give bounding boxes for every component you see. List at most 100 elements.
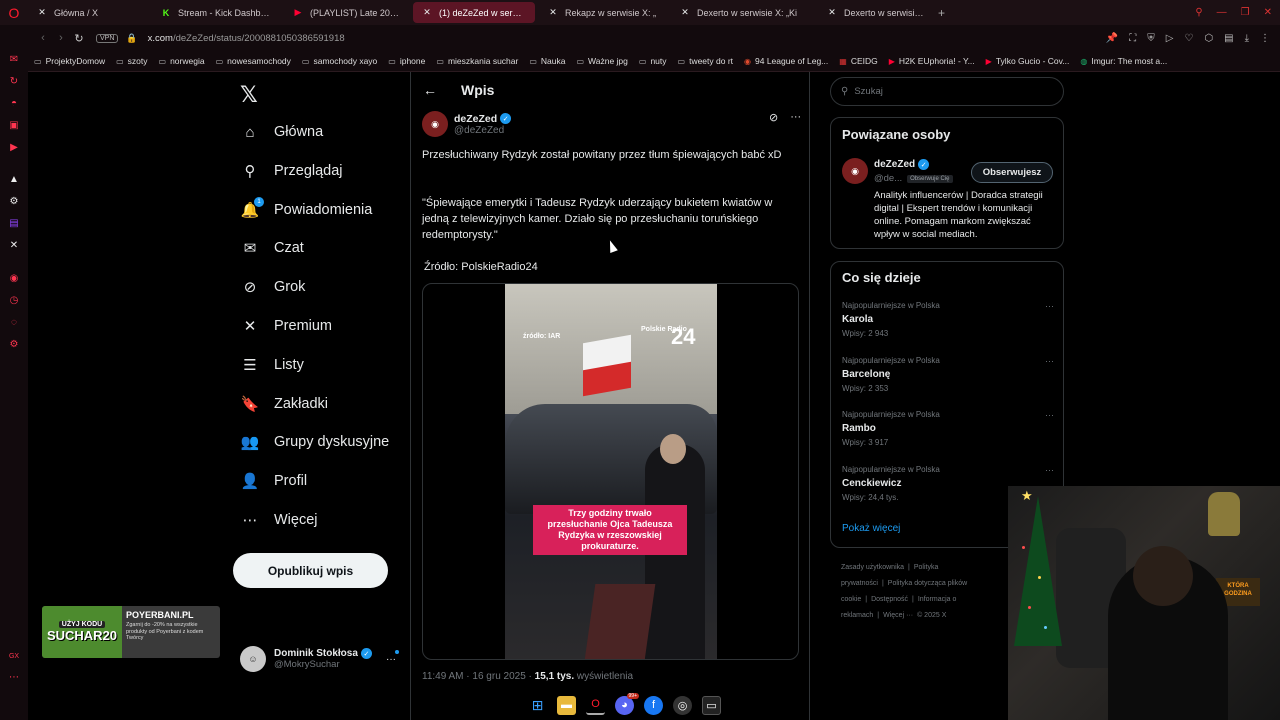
bookmark-item[interactable]: ▦ CEIDG <box>839 56 877 66</box>
bookmark-item[interactable]: ◉ 94 League of Leg... <box>744 56 828 66</box>
back-nav-icon[interactable]: ‹ <box>34 32 52 44</box>
reload-icon[interactable]: ↻ <box>70 32 88 45</box>
nav-item-czat[interactable]: ✉ Czat <box>240 233 304 263</box>
forward-nav-icon[interactable]: › <box>52 32 70 44</box>
browser-tab[interactable]: ✕ Główna / X <box>28 2 148 23</box>
nav-item-premium[interactable]: ✕ Premium <box>240 311 332 341</box>
opera-logo-icon[interactable]: O <box>0 0 28 25</box>
author-name[interactable]: deZeZed <box>454 113 497 125</box>
nav-item-więcej[interactable]: ⋯ Więcej <box>240 505 318 535</box>
bookmark-item[interactable]: ▶ H2K EUphoria! - Y... <box>889 56 975 66</box>
nav-item-powiadomienia[interactable]: 🔔 1 Powiadomienia <box>240 195 372 225</box>
download-icon[interactable]: ⤓ <box>1245 33 1249 44</box>
show-more-link[interactable]: Pokaż więcej <box>842 523 900 534</box>
play-icon[interactable]: ▷ <box>1166 33 1174 44</box>
minimize-button[interactable]: — <box>1217 7 1227 18</box>
gx-sidebar-icon[interactable]: GX <box>7 649 21 663</box>
browser-tab[interactable]: ✕ Dexerto w serwisie X: „Va <box>818 2 932 23</box>
clock-sidebar-icon[interactable]: ◷ <box>7 293 21 307</box>
bookmark-item[interactable]: ▭ Ważne jpg <box>576 56 627 66</box>
following-button[interactable]: Obserwujesz <box>971 162 1053 183</box>
bookmark-item[interactable]: ▭ szoty <box>116 56 147 66</box>
browser-tab[interactable]: ▶ (PLAYLIST) Late 2000's E <box>284 2 409 23</box>
trend-item[interactable]: Najpopularniejsze w Polska Rambo Wpisy: 3 … <box>842 410 1054 447</box>
new-tab-button[interactable]: + <box>932 6 951 20</box>
author-avatar[interactable]: ◉ <box>422 111 448 137</box>
post-more-icon[interactable]: ··· <box>790 111 801 124</box>
post-button[interactable]: Opublikuj wpis <box>233 553 388 588</box>
wallet-icon[interactable]: ▤ <box>1224 33 1233 44</box>
search-tabs-icon[interactable]: ⚲ <box>1195 7 1202 18</box>
url-field[interactable]: x.com/deZeZed/status/2000881050386591918 <box>148 33 345 44</box>
bookmark-item[interactable]: ▭ mieszkania suchar <box>436 56 518 66</box>
nav-item-profil[interactable]: 👤 Profil <box>240 466 307 496</box>
search-input[interactable] <box>854 86 1045 97</box>
history-sidebar-icon[interactable]: ↻ <box>7 74 21 88</box>
bubble-sidebar-icon[interactable]: ◌ <box>7 315 21 329</box>
shield-icon[interactable]: ⛨ <box>1147 33 1155 44</box>
maximize-button[interactable]: ❐ <box>1241 7 1250 18</box>
browser-tab[interactable]: K Stream - Kick Dashboard <box>152 2 280 23</box>
bookmark-item[interactable]: ▭ samochody xayo <box>302 56 377 66</box>
nav-item-przeglądaj[interactable]: ⚲ Przeglądaj <box>240 156 343 186</box>
bag-sidebar-icon[interactable]: ◓ <box>7 96 21 110</box>
terminal-icon[interactable]: ▭ <box>702 695 721 715</box>
footer-link[interactable]: © 2025 X <box>917 612 946 619</box>
alert-sidebar-icon[interactable]: ◉ <box>7 271 21 285</box>
post-media[interactable]: źródło: IAR Polskie Radio 24 Trzy godzin… <box>422 283 799 660</box>
browser-tab[interactable]: ✕ (1) deZeZed w serwisie <box>413 2 535 23</box>
footer-link[interactable]: Dostępność <box>871 596 908 603</box>
browser-tab[interactable]: ✕ Dexerto w serwisie X: „Ki <box>671 2 814 23</box>
twitch-sidebar-icon[interactable]: ▤ <box>7 216 21 230</box>
trend-item[interactable]: Najpopularniejsze w Polska Barcelonę Wpisy… <box>842 356 1054 393</box>
post-time[interactable]: 11:49 AM · 16 gru 2025 · <box>422 671 535 682</box>
screenshot-icon[interactable]: ⛶ <box>1129 33 1136 44</box>
related-handle[interactable]: @de... <box>874 173 902 184</box>
nav-item-grupy-dyskusyjne[interactable]: 👥 Grupy dyskusyjne <box>240 427 390 457</box>
bookmark-item[interactable]: ▭ nuty <box>639 56 667 66</box>
nav-item-zakładki[interactable]: 🔖 Zakładki <box>240 389 328 419</box>
bookmark-item[interactable]: ◍ Imgur: The most a... <box>1080 56 1167 66</box>
trend-more-icon[interactable]: ··· <box>1045 410 1054 420</box>
obs-icon[interactable]: ◎ <box>673 695 692 715</box>
pin-icon[interactable]: 📌 <box>1106 33 1118 44</box>
windows-start-icon[interactable]: ⊞ <box>528 696 547 715</box>
x-sidebar-icon[interactable]: ✕ <box>7 238 21 252</box>
chatgpt-sidebar-icon[interactable]: ⚙ <box>7 194 21 208</box>
nav-item-listy[interactable]: ☰ Listy <box>240 350 304 380</box>
nav-item-główna[interactable]: ⌂ Główna <box>240 117 323 147</box>
related-avatar[interactable]: ◉ <box>842 158 868 184</box>
settings-sidebar-icon[interactable]: ⚙ <box>7 337 21 351</box>
opera-taskbar-icon[interactable]: O <box>586 696 605 715</box>
messenger-sidebar-icon[interactable]: ✉ <box>7 52 21 66</box>
messenger-taskbar-icon[interactable]: f <box>644 695 663 715</box>
bookmark-item[interactable]: ▭ iphone <box>388 56 425 66</box>
heart-icon[interactable]: ♡ <box>1184 33 1193 44</box>
related-name[interactable]: deZeZed <box>874 159 915 170</box>
player-sidebar-icon[interactable]: ▶ <box>7 140 21 154</box>
sidebar-more-icon[interactable]: ⋯ <box>7 670 21 684</box>
chat-sidebar-icon[interactable]: ▣ <box>7 118 21 132</box>
lock-icon[interactable]: 🔒 <box>126 33 137 44</box>
bookmark-item[interactable]: ▭ Nauka <box>529 56 565 66</box>
vpn-badge[interactable]: VPN <box>96 33 119 43</box>
bookmark-item[interactable]: ▭ nowesamochody <box>216 56 291 66</box>
discord-icon[interactable]: ◕ 99+ <box>615 692 639 715</box>
trend-more-icon[interactable]: ··· <box>1045 465 1054 475</box>
footer-link[interactable]: Więcej ··· <box>883 612 913 619</box>
account-switcher[interactable]: ☺ Dominik Stokłosa ✓ @MokrySuchar <box>240 642 405 676</box>
bookmark-item[interactable]: ▭ norwegia <box>159 56 205 66</box>
trend-item[interactable]: Najpopularniejsze w Polska Karola Wpisy: 2… <box>842 301 1054 338</box>
account-more-icon[interactable]: ··· <box>386 654 396 665</box>
x-logo-icon[interactable]: 𝕏 <box>240 82 258 108</box>
file-explorer-icon[interactable]: ▬ <box>557 695 576 715</box>
trend-more-icon[interactable]: ··· <box>1045 356 1054 366</box>
aria-sidebar-icon[interactable]: ▲ <box>7 172 21 186</box>
menu-icon[interactable]: ⋮ <box>1260 33 1270 44</box>
browser-tab[interactable]: ✕ Rekapz w serwisie X: „ <box>539 2 667 23</box>
bookmark-item[interactable]: ▭ tweety do rt <box>678 56 734 66</box>
extensions-icon[interactable]: ⬡ <box>1204 33 1213 44</box>
bookmark-item[interactable]: ▶ Tylko Gucio - Cov... <box>986 56 1070 66</box>
trend-more-icon[interactable]: ··· <box>1045 301 1054 311</box>
back-arrow-icon[interactable]: ← <box>423 82 437 98</box>
